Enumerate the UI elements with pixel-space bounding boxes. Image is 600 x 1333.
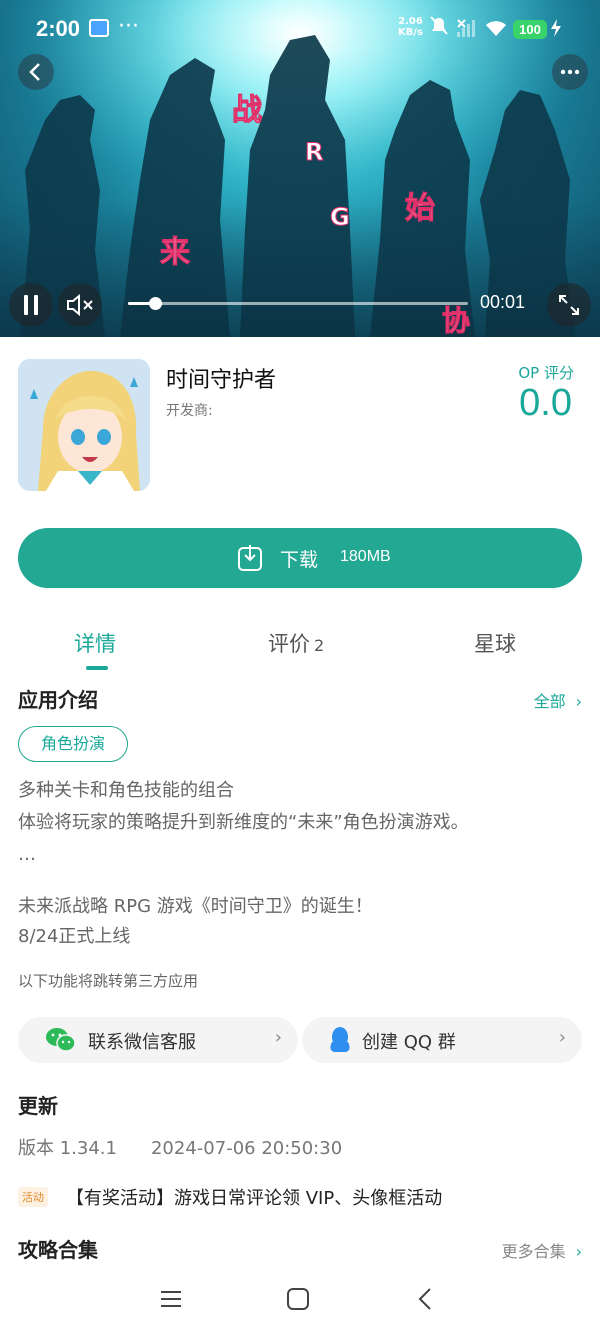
- tab-label: 评价: [268, 632, 310, 656]
- guides-more-link[interactable]: 更多合集 ›: [502, 1238, 582, 1262]
- create-qq-group-button[interactable]: 创建 QQ 群 ›: [302, 1017, 582, 1063]
- tab-label: 详情: [74, 632, 116, 656]
- battery-indicator: 100: [513, 20, 547, 39]
- signal-icon: [457, 19, 475, 37]
- fullscreen-button[interactable]: [547, 283, 591, 327]
- download-icon: [238, 545, 262, 571]
- intro-line-1: 多种关卡和角色技能的组合: [18, 780, 234, 801]
- download-size: 180MB: [340, 548, 391, 565]
- pause-icon: [24, 295, 38, 315]
- qq-icon: [330, 1027, 350, 1052]
- guides-title: 攻略合集: [18, 1238, 98, 1262]
- overlay-char-2: R: [305, 138, 323, 166]
- charging-icon: [550, 19, 562, 41]
- intro-line-5: 8/24正式上线: [18, 926, 131, 947]
- network-speed: 2.06 KB/s: [398, 16, 423, 38]
- tab-indicator: [86, 666, 108, 670]
- system-nav-bar: [0, 1268, 600, 1333]
- video-player[interactable]: 战 R G 始 来 协 2:00 ··· 2.06 KB/s 100 00:01: [0, 0, 600, 337]
- home-icon[interactable]: [283, 1284, 313, 1314]
- volume-muted-icon: [67, 293, 93, 317]
- chevron-right-icon: ›: [558, 1027, 566, 1048]
- intro-line-4: 未来派战略 RPG 游戏《时间守卫》的诞生！: [18, 896, 373, 917]
- video-current-time: 00:01: [480, 292, 526, 312]
- expand-icon: [559, 295, 579, 315]
- tab-reviews[interactable]: 评价 2: [268, 628, 324, 658]
- update-date: 2024-07-06 20:50:30: [150, 1138, 343, 1159]
- pause-button[interactable]: [9, 283, 53, 327]
- more-notifications-icon: ···: [118, 14, 139, 39]
- score-label: OP 评分: [518, 364, 574, 382]
- recent-apps-icon[interactable]: [156, 1284, 186, 1314]
- activity-link[interactable]: 【有奖活动】游戏日常评论领 VIP、头像框活动: [66, 1184, 442, 1210]
- tab-count: 2: [314, 636, 325, 655]
- status-bar: 2:00 ··· 2.06 KB/s 100: [0, 0, 600, 58]
- overlay-char-3: G: [330, 203, 350, 231]
- wifi-icon: [486, 21, 506, 36]
- intro-more-link[interactable]: 全部 ›: [534, 688, 582, 712]
- overlay-char-6: 协: [442, 304, 470, 337]
- overlay-char-4: 始: [405, 191, 435, 226]
- back-nav-icon[interactable]: [411, 1284, 441, 1314]
- score-value: 0.0: [519, 382, 572, 424]
- intro-title: 应用介绍: [18, 688, 98, 712]
- chevron-right-icon: ›: [575, 1242, 582, 1261]
- app-icon[interactable]: [18, 359, 150, 491]
- intro-line-2: 体验将玩家的策略提升到新维度的“未来”角色扮演游戏。: [18, 812, 469, 833]
- tab-details[interactable]: 详情: [74, 628, 116, 658]
- download-button[interactable]: 下载 180MB: [18, 528, 582, 588]
- tab-label: 星球: [474, 632, 516, 656]
- video-progress-bar[interactable]: [128, 297, 468, 310]
- chevron-right-icon: ›: [274, 1027, 282, 1048]
- guides-more-label: 更多合集: [501, 1242, 566, 1261]
- genre-tag[interactable]: 角色扮演: [18, 726, 129, 762]
- version-info: 版本 1.34.1 2024-07-06 20:50:30: [18, 1134, 342, 1160]
- mute-button[interactable]: [58, 283, 102, 327]
- chevron-left-icon: [29, 63, 40, 81]
- version-number: 版本 1.34.1: [18, 1138, 117, 1159]
- wechat-service-label: 联系微信客服: [88, 1032, 196, 1053]
- intro-line-3: …: [18, 844, 36, 865]
- wechat-icon: [46, 1028, 76, 1052]
- status-time: 2:00: [36, 16, 81, 41]
- download-label: 下载: [280, 549, 319, 571]
- mail-notification-icon: [89, 19, 109, 37]
- more-options-button[interactable]: [552, 54, 588, 90]
- overlay-char-5: 来: [160, 235, 190, 270]
- update-title: 更新: [18, 1094, 58, 1118]
- mute-bell-icon: [430, 16, 448, 41]
- wechat-service-button[interactable]: 联系微信客服 ›: [18, 1017, 298, 1063]
- back-button[interactable]: [18, 54, 54, 90]
- network-speed-value: 2.06: [398, 16, 423, 27]
- app-developer: 开发商:: [166, 403, 213, 419]
- tab-planet[interactable]: 星球: [474, 628, 516, 658]
- intro-more-label: 全部: [533, 692, 566, 711]
- network-speed-unit: KB/s: [398, 27, 423, 38]
- app-icon-image: [18, 359, 150, 491]
- app-title: 时间守护者: [166, 368, 277, 393]
- chevron-right-icon: ›: [575, 692, 582, 711]
- overlay-char-1: 战: [232, 93, 262, 128]
- third-party-note: 以下功能将跳转第三方应用: [18, 972, 199, 990]
- activity-badge: 活动: [18, 1187, 48, 1207]
- create-qq-group-label: 创建 QQ 群: [362, 1032, 456, 1053]
- more-dots-icon: [560, 69, 580, 75]
